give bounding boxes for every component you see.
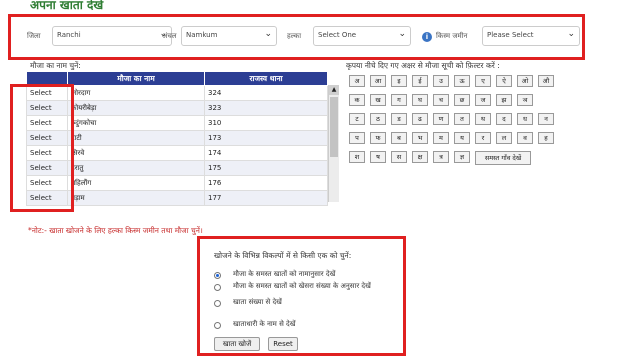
land-type-select[interactable]: Please Select ⌄ (482, 26, 580, 46)
thana-cell: 174 (204, 145, 328, 161)
letter-filter-button[interactable]: य (454, 132, 470, 144)
reset-button[interactable]: Reset (268, 337, 298, 351)
mouza-name-cell: टाटी (67, 130, 205, 146)
thana-cell: 323 (204, 100, 328, 116)
letter-filter-button[interactable]: ञ (517, 94, 533, 106)
letter-filter-button[interactable]: म (433, 132, 449, 144)
chevron-down-icon: ⌄ (264, 29, 272, 39)
letter-filter-button[interactable]: ठ (370, 113, 386, 125)
mouza-name-cell: जोरदाग (67, 85, 205, 101)
letter-filter-button[interactable]: क्ष (412, 151, 428, 163)
letter-filter-button[interactable]: ष (370, 151, 386, 163)
radio-option-by-owner-name[interactable] (214, 322, 221, 329)
radio-option-by-khesra[interactable] (214, 284, 221, 291)
letter-filter-button[interactable]: आ (370, 75, 386, 87)
option-label: खाता संख्या से देखें (233, 298, 282, 306)
mouza-name-cell: हरातु (67, 160, 205, 176)
letter-filter-button[interactable]: व (517, 132, 533, 144)
alphabet-prompt: कृपया नीचे दिए गए अक्षर से मौजा सूची को … (346, 61, 500, 70)
letter-filter-button[interactable]: ई (412, 75, 428, 87)
land-type-label: किस्म जमीन (436, 32, 468, 40)
mouza-prompt: मौजा का नाम चुनें: (30, 61, 81, 70)
info-icon[interactable]: i (422, 32, 432, 42)
mouza-name-cell: महिलौंग (67, 175, 205, 191)
district-select-value: Ranchi (57, 31, 81, 39)
letter-filter-button[interactable]: उ (433, 75, 449, 87)
letter-filter-button[interactable]: ऐ (496, 75, 512, 87)
letter-filter-button[interactable]: ए (475, 75, 491, 87)
column-header-mouza: मौजा का नाम (67, 71, 205, 86)
thana-cell: 175 (204, 160, 328, 176)
letter-filter-button[interactable]: अ (349, 75, 365, 87)
letter-filter-button[interactable]: फ (370, 132, 386, 144)
option-label: खाताधारी के नाम से देखें (233, 320, 296, 328)
letter-filter-button[interactable]: ड (391, 113, 407, 125)
letter-filter-button[interactable]: छ (454, 94, 470, 106)
search-prompt: खोजने के विभिन्न विकल्पों में से किसी एक… (214, 251, 352, 260)
letter-filter-button[interactable]: न (538, 113, 554, 125)
letter-filter-button[interactable]: ध (517, 113, 533, 125)
letter-filter-button[interactable]: इ (391, 75, 407, 87)
thana-cell: 177 (204, 190, 328, 206)
option-label: मौजा के समस्त खातों को नामानुसार देखें (233, 270, 336, 278)
halka-label: हल्का (287, 32, 302, 40)
thana-cell: 310 (204, 115, 328, 131)
column-header-thana: राजस्व थाना (204, 71, 328, 86)
letter-filter-button[interactable]: औ (538, 75, 554, 87)
chevron-down-icon: ⌄ (398, 29, 406, 39)
mouza-name-cell: कोयरीबेड़ा (67, 100, 205, 116)
mouza-name-cell: बड़ाम (67, 190, 205, 206)
select-column-highlight (10, 84, 74, 212)
letter-filter-button[interactable]: श (349, 151, 365, 163)
note-text: *नोट:- खाता खोजने के लिए हल्का किस्म जमी… (28, 226, 203, 235)
thana-cell: 324 (204, 85, 328, 101)
circle-select-value: Namkum (186, 31, 218, 39)
district-select[interactable]: Ranchi ⌄ (52, 26, 172, 46)
letter-filter-button[interactable]: ज्ञ (454, 151, 470, 163)
letter-filter-button[interactable]: ग (391, 94, 407, 106)
letter-filter-button[interactable]: ज (475, 94, 491, 106)
option-label: मौजा के समस्त खातों को खेसरा संख्या के अ… (233, 282, 371, 290)
land-type-select-value: Please Select (487, 31, 534, 39)
scroll-up-arrow-icon[interactable]: ▲ (329, 85, 339, 95)
thana-cell: 173 (204, 130, 328, 146)
letter-filter-button[interactable]: र (475, 132, 491, 144)
letter-filter-button[interactable]: ल (496, 132, 512, 144)
table-scrollbar[interactable]: ▲ (328, 85, 339, 202)
district-label: जिला (27, 32, 41, 40)
letter-filter-button[interactable]: प (349, 132, 365, 144)
all-villages-button[interactable]: समस्त गाँव देखें (475, 151, 531, 165)
page-title: अपना खाता देखें (30, 0, 104, 12)
halka-select[interactable]: Select One ⌄ (313, 26, 411, 46)
thana-cell: 176 (204, 175, 328, 191)
scrollbar-thumb[interactable] (330, 97, 338, 157)
circle-label: अंचल (162, 32, 177, 40)
letter-filter-button[interactable]: च (433, 94, 449, 106)
letter-filter-button[interactable]: त्र (433, 151, 449, 163)
letter-filter-button[interactable]: क (349, 94, 365, 106)
halka-select-value: Select One (318, 31, 357, 39)
letter-filter-button[interactable]: द (496, 113, 512, 125)
letter-filter-button[interactable]: ह (538, 132, 554, 144)
letter-filter-button[interactable]: भ (412, 132, 428, 144)
radio-option-by-name[interactable] (214, 272, 221, 279)
letter-filter-button[interactable]: ओ (517, 75, 533, 87)
chevron-down-icon: ⌄ (567, 29, 575, 39)
letter-filter-button[interactable]: घ (412, 94, 428, 106)
mouza-name-cell: रुदुंगकोचा (67, 115, 205, 131)
letter-filter-button[interactable]: ट (349, 113, 365, 125)
circle-select[interactable]: Namkum ⌄ (181, 26, 277, 46)
letter-filter-button[interactable]: ण (433, 113, 449, 125)
radio-option-by-khata-number[interactable] (214, 300, 221, 307)
search-khata-button[interactable]: खाता खोजें (214, 337, 260, 351)
letter-filter-button[interactable]: ख (370, 94, 386, 106)
letter-filter-button[interactable]: झ (496, 94, 512, 106)
letter-filter-button[interactable]: ढ (412, 113, 428, 125)
letter-filter-button[interactable]: स (391, 151, 407, 163)
mouza-name-cell: सिरवे (67, 145, 205, 161)
letter-filter-button[interactable]: थ (475, 113, 491, 125)
letter-filter-button[interactable]: ऊ (454, 75, 470, 87)
letter-filter-button[interactable]: ब (391, 132, 407, 144)
letter-filter-button[interactable]: त (454, 113, 470, 125)
